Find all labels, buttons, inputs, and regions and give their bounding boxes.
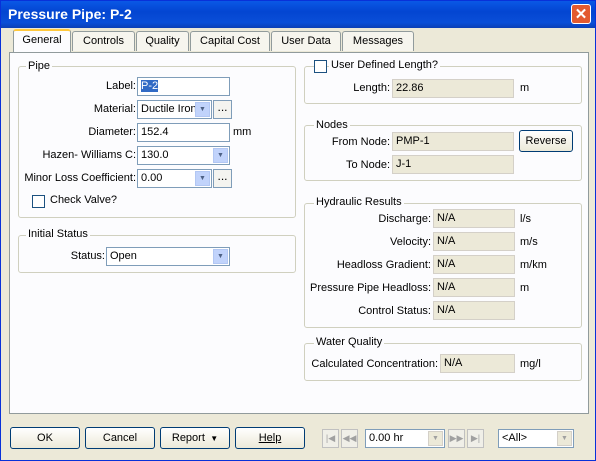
- discharge-unit: l/s: [520, 213, 531, 225]
- discharge-field[interactable]: N/A: [433, 209, 515, 228]
- hydraulic-results-group-title: Hydraulic Results: [314, 196, 404, 208]
- chevron-down-icon[interactable]: ▼: [213, 249, 228, 264]
- calculated-concentration-field[interactable]: N/A: [440, 354, 515, 373]
- calculated-concentration-label: Calculated Concentration:: [311, 358, 438, 370]
- minor-loss-label: Minor Loss Coefficient:: [24, 172, 136, 184]
- last-step-icon[interactable]: ▶|: [467, 429, 484, 448]
- velocity-unit: m/s: [520, 236, 538, 248]
- headloss-gradient-field[interactable]: N/A: [433, 255, 515, 274]
- pipe-group-title: Pipe: [26, 60, 53, 72]
- status-value: Open: [110, 250, 137, 262]
- tab-quality[interactable]: Quality: [136, 31, 189, 51]
- minor-loss-select[interactable]: 0.00 ▼: [137, 169, 212, 188]
- to-node-label: To Node:: [345, 159, 390, 171]
- hazen-williams-label: Hazen- Williams C:: [42, 149, 136, 161]
- status-select[interactable]: Open ▼: [106, 247, 230, 266]
- minor-loss-browse-button[interactable]: ...: [213, 169, 232, 188]
- tab-general[interactable]: General: [13, 29, 71, 52]
- material-browse-button[interactable]: ...: [213, 100, 232, 119]
- chevron-down-icon: ▼: [207, 434, 219, 443]
- help-button[interactable]: Help: [235, 427, 305, 449]
- material-select[interactable]: Ductile Iron ▼: [137, 100, 212, 119]
- from-node-label: From Node:: [331, 136, 390, 148]
- water-quality-group-title: Water Quality: [314, 336, 385, 348]
- chevron-down-icon[interactable]: ▼: [557, 431, 572, 446]
- diameter-label: Diameter:: [88, 126, 136, 138]
- time-step-select[interactable]: 0.00 hr ▼: [365, 429, 445, 448]
- label-label: Label:: [106, 80, 136, 92]
- close-button[interactable]: ✕: [571, 4, 591, 24]
- discharge-label: Discharge:: [378, 213, 431, 225]
- tab-controls[interactable]: Controls: [72, 31, 135, 51]
- report-button[interactable]: Report ▼: [160, 427, 230, 449]
- hazen-williams-value: 130.0: [141, 149, 169, 161]
- status-label: Status:: [70, 250, 105, 262]
- velocity-field[interactable]: N/A: [433, 232, 515, 251]
- length-label: Length:: [353, 82, 390, 94]
- to-node-field[interactable]: J-1: [392, 155, 514, 174]
- scenario-value: <All>: [502, 432, 528, 444]
- tab-user-data[interactable]: User Data: [271, 31, 341, 51]
- pressure-pipe-headloss-field[interactable]: N/A: [433, 278, 515, 297]
- label-field[interactable]: P-2: [137, 77, 230, 96]
- report-button-label: Report: [171, 432, 205, 444]
- chevron-down-icon[interactable]: ▼: [213, 148, 228, 163]
- length-unit: m: [520, 82, 530, 94]
- time-step-value: 0.00 hr: [369, 432, 404, 444]
- title-bar[interactable]: Pressure Pipe: P-2 ✕: [1, 1, 595, 28]
- tab-capital-cost[interactable]: Capital Cost: [190, 31, 270, 51]
- pressure-pipe-headloss-label: Pressure Pipe Headloss:: [310, 282, 432, 294]
- user-defined-length-label: User Defined Length?: [329, 59, 441, 71]
- velocity-label: Velocity:: [390, 236, 431, 248]
- user-defined-length-checkbox[interactable]: [314, 60, 327, 73]
- pressure-pipe-headloss-unit: m: [520, 282, 530, 294]
- dialog-window: Pressure Pipe: P-2 ✕ General Controls Qu…: [0, 0, 596, 461]
- chevron-down-icon[interactable]: ▼: [195, 102, 210, 117]
- headloss-gradient-unit: m/km: [520, 259, 547, 271]
- nodes-group-title: Nodes: [314, 119, 350, 131]
- material-label: Material:: [93, 103, 136, 115]
- tab-messages[interactable]: Messages: [342, 31, 414, 51]
- scenario-select[interactable]: <All> ▼: [498, 429, 574, 448]
- check-valve-label: Check Valve?: [50, 194, 118, 206]
- chevron-down-icon[interactable]: ▼: [428, 431, 443, 446]
- ok-button[interactable]: OK: [10, 427, 80, 449]
- check-valve-checkbox[interactable]: [32, 195, 45, 208]
- calculated-concentration-unit: mg/l: [520, 358, 541, 370]
- minor-loss-value: 0.00: [141, 172, 163, 184]
- reverse-button[interactable]: Reverse: [519, 130, 573, 152]
- headloss-gradient-label: Headloss Gradient:: [336, 259, 431, 271]
- window-title: Pressure Pipe: P-2: [8, 6, 132, 22]
- initial-status-group-title: Initial Status: [26, 228, 90, 240]
- chevron-down-icon[interactable]: ▼: [195, 171, 210, 186]
- material-value: Ductile Iron: [141, 103, 197, 115]
- diameter-field[interactable]: 152.4: [137, 123, 230, 142]
- diameter-unit: mm: [233, 126, 252, 138]
- first-step-icon[interactable]: |◀: [322, 429, 339, 448]
- length-field[interactable]: 22.86: [392, 79, 514, 98]
- cancel-button[interactable]: Cancel: [85, 427, 155, 449]
- from-node-field[interactable]: PMP-1: [392, 132, 514, 151]
- control-status-label: Control Status:: [358, 305, 431, 317]
- control-status-field[interactable]: N/A: [433, 301, 515, 320]
- hazen-williams-select[interactable]: 130.0 ▼: [137, 146, 230, 165]
- previous-step-icon[interactable]: ◀◀: [341, 429, 358, 448]
- general-tab-panel: Pipe Label: P-2 Material: Ductile Iron ▼…: [9, 52, 589, 414]
- next-step-icon[interactable]: ▶▶: [448, 429, 465, 448]
